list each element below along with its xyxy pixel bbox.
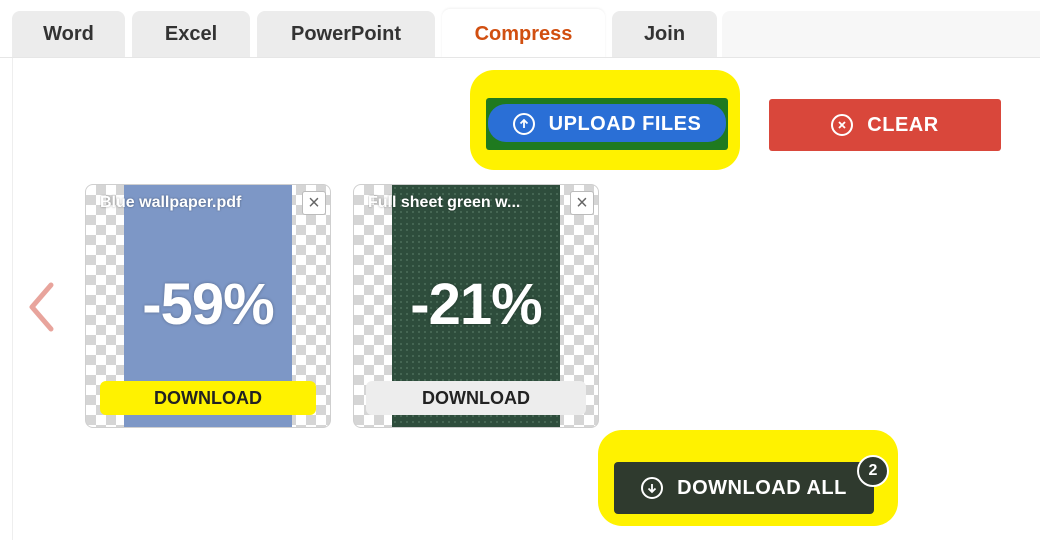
tab-label: Compress xyxy=(474,22,573,45)
tab-label: Join xyxy=(643,23,686,45)
file-card: Full sheet green w... × -21% DOWNLOAD xyxy=(353,184,599,428)
file-name: Full sheet green w... xyxy=(368,194,521,211)
compress-page: Word Excel PowerPoint Compress Join UPLO… xyxy=(0,0,1040,540)
arrow-down-circle-icon xyxy=(641,477,664,499)
download-all-button[interactable]: DOWNLOAD ALL xyxy=(614,462,874,514)
close-icon[interactable]: × xyxy=(302,191,326,215)
download-all-label: DOWNLOAD ALL xyxy=(677,476,847,499)
upload-files-button[interactable]: UPLOAD FILES xyxy=(486,98,728,150)
download-button[interactable]: DOWNLOAD xyxy=(366,381,586,415)
tab-label: PowerPoint xyxy=(290,23,401,45)
tab-bar: Word Excel PowerPoint Compress Join xyxy=(0,0,1040,59)
tab-bar-filler xyxy=(722,11,1040,58)
tab-compress[interactable]: Compress xyxy=(442,9,605,59)
tab-join[interactable]: Join xyxy=(612,11,717,58)
clear-label: CLEAR xyxy=(867,113,939,136)
tab-excel[interactable]: Excel xyxy=(132,11,250,58)
compression-percentage: -59% xyxy=(142,272,274,337)
compression-percentage: -21% xyxy=(410,272,542,337)
clear-button[interactable]: CLEAR xyxy=(769,99,1001,151)
panel-border xyxy=(12,58,13,540)
tab-label: Excel xyxy=(164,23,218,45)
chevron-left-icon[interactable] xyxy=(26,282,56,332)
upload-files-label: UPLOAD FILES xyxy=(548,112,702,135)
tab-bar-divider xyxy=(0,57,1040,58)
x-circle-icon xyxy=(831,114,854,136)
tab-word[interactable]: Word xyxy=(12,11,125,58)
tab-label: Word xyxy=(43,23,94,45)
download-button[interactable]: DOWNLOAD xyxy=(100,381,316,415)
close-icon[interactable]: × xyxy=(570,191,594,215)
file-card: Blue wallpaper.pdf × -59% DOWNLOAD xyxy=(85,184,331,428)
tab-powerpoint[interactable]: PowerPoint xyxy=(257,11,435,58)
arrow-up-circle-icon xyxy=(512,113,535,135)
file-name: Blue wallpaper.pdf xyxy=(100,194,242,211)
file-count-badge: 2 xyxy=(857,455,889,487)
